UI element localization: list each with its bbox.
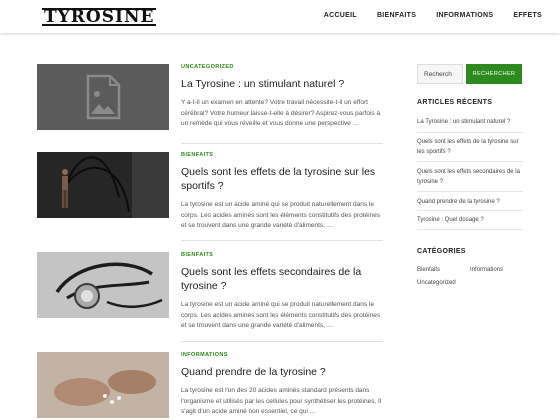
- post-thumbnail[interactable]: [37, 64, 169, 130]
- category-link-informations[interactable]: Informations: [470, 267, 503, 273]
- post-excerpt: Y a-t-il un examen en attente? Votre tra…: [181, 99, 381, 127]
- post-thumbnail[interactable]: [37, 152, 169, 218]
- post-excerpt: La tyrosine est un acide aminé qui se pr…: [181, 201, 381, 229]
- post-title[interactable]: Quand prendre de la tyrosine ?: [181, 365, 383, 379]
- recent-post-link[interactable]: Quand prendre de la tyrosine ?: [417, 198, 523, 208]
- post-thumbnail[interactable]: [37, 352, 169, 418]
- post-divider: [181, 341, 383, 342]
- recent-post-link[interactable]: La Tyrosine : un stimulant naturel ?: [417, 118, 523, 128]
- widget-divider: [417, 161, 523, 162]
- post-excerpt: La tyrosine est un acide aminé qui se pr…: [181, 301, 381, 329]
- category-link-bienfaits[interactable]: Bienfaits: [417, 267, 440, 273]
- nav-effets[interactable]: EFFETS: [513, 12, 542, 19]
- search-button[interactable]: RECHERCHER: [466, 64, 522, 84]
- image-placeholder-icon: [37, 64, 169, 130]
- post-category[interactable]: BIENFAITS: [181, 252, 383, 258]
- post-title[interactable]: Quels sont les effets secondaires de la …: [181, 265, 383, 293]
- post-title[interactable]: Quels sont les effets de la tyrosine sur…: [181, 165, 383, 193]
- post-divider: [181, 143, 383, 144]
- post-content: UNCATEGORIZED La Tyrosine : un stimulant…: [181, 64, 383, 130]
- search-input[interactable]: [417, 64, 463, 84]
- recent-post-link[interactable]: Quels sont les effets secondaires de la …: [417, 168, 523, 187]
- widget-divider: [417, 210, 523, 211]
- post-content: INFORMATIONS Quand prendre de la tyrosin…: [181, 352, 383, 418]
- site-header: TYROSINE ACCUEIL BIENFAITS INFORMATIONS …: [0, 0, 560, 33]
- post-content: BIENFAITS Quels sont les effets secondai…: [181, 252, 383, 332]
- recent-post-link[interactable]: Quels sont les effets de la tyrosine sur…: [417, 138, 523, 157]
- post-content: BIENFAITS Quels sont les effets de la ty…: [181, 152, 383, 232]
- post-title[interactable]: La Tyrosine : un stimulant naturel ?: [181, 77, 383, 91]
- categories-title: CATÉGORIES: [417, 248, 466, 255]
- post-thumbnail[interactable]: [37, 252, 169, 318]
- site-logo[interactable]: TYROSINE: [42, 8, 157, 26]
- post-category[interactable]: BIENFAITS: [181, 152, 383, 158]
- widget-divider: [417, 191, 523, 192]
- hands-with-pills-image: [37, 352, 169, 418]
- widget-divider: [417, 132, 523, 133]
- recent-posts-title: ARTICLES RÉCENTS: [417, 99, 493, 106]
- stethoscope-image: [37, 252, 169, 318]
- post-category[interactable]: INFORMATIONS: [181, 352, 383, 358]
- widget-divider: [417, 229, 523, 230]
- recent-post-link[interactable]: Tyrosine : Quel dosage ?: [417, 216, 523, 226]
- post-excerpt: La tyrosine est l'un des 20 acides aminé…: [181, 387, 382, 415]
- battle-rope-athlete-image: [37, 152, 169, 218]
- category-link-uncategorized[interactable]: Uncategorized: [417, 280, 456, 286]
- post-category[interactable]: UNCATEGORIZED: [181, 64, 383, 70]
- main-nav: ACCUEIL BIENFAITS INFORMATIONS EFFETS: [324, 12, 542, 19]
- nav-bienfaits[interactable]: BIENFAITS: [377, 12, 416, 19]
- nav-accueil[interactable]: ACCUEIL: [324, 12, 357, 19]
- nav-informations[interactable]: INFORMATIONS: [436, 12, 493, 19]
- post-divider: [181, 240, 383, 241]
